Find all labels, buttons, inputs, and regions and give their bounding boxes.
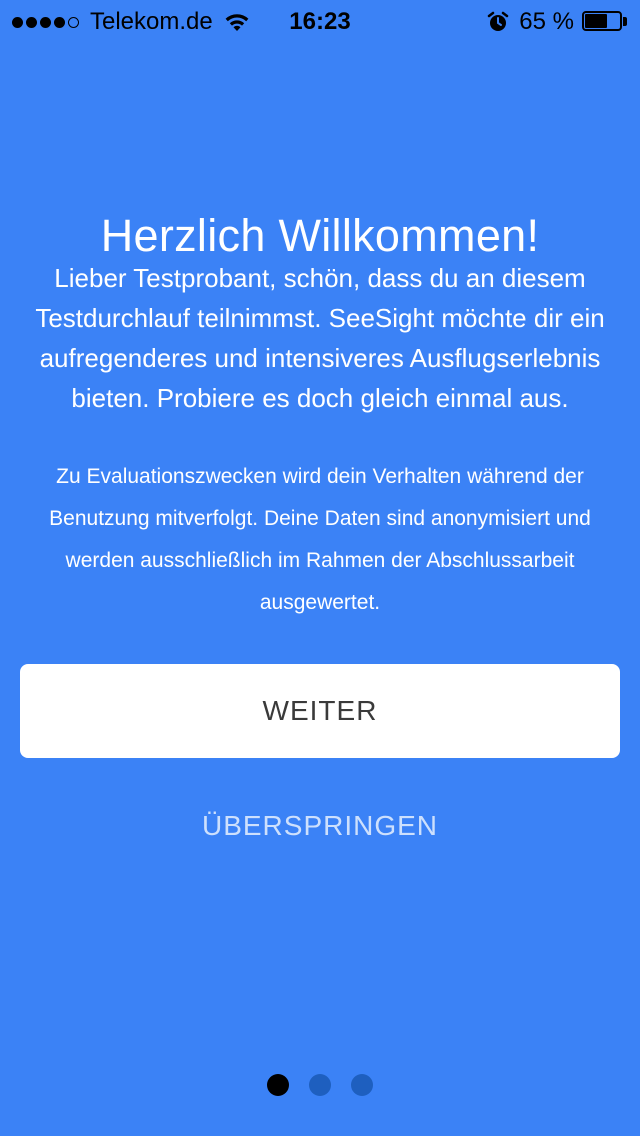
- intro-text: Lieber Testprobant, schön, dass du an di…: [35, 263, 605, 413]
- page-dot[interactable]: [351, 1074, 373, 1096]
- welcome-title: Herzlich Willkommen!: [100, 210, 540, 262]
- alarm-icon: [488, 11, 509, 31]
- continue-button[interactable]: WEITER: [20, 664, 620, 758]
- battery-percentage: 65 %: [519, 8, 574, 35]
- page-dot-active[interactable]: [267, 1074, 289, 1096]
- page-indicator[interactable]: [0, 1074, 640, 1096]
- skip-button[interactable]: ÜBERSPRINGEN: [120, 800, 520, 852]
- status-bar: Telekom.de 16:23 65 %: [0, 0, 640, 40]
- page-dot[interactable]: [309, 1074, 331, 1096]
- status-right: 65 %: [487, 8, 628, 36]
- battery-icon: [582, 11, 628, 33]
- privacy-notice: Zu Evaluationszwecken wird dein Verhalte…: [49, 465, 591, 614]
